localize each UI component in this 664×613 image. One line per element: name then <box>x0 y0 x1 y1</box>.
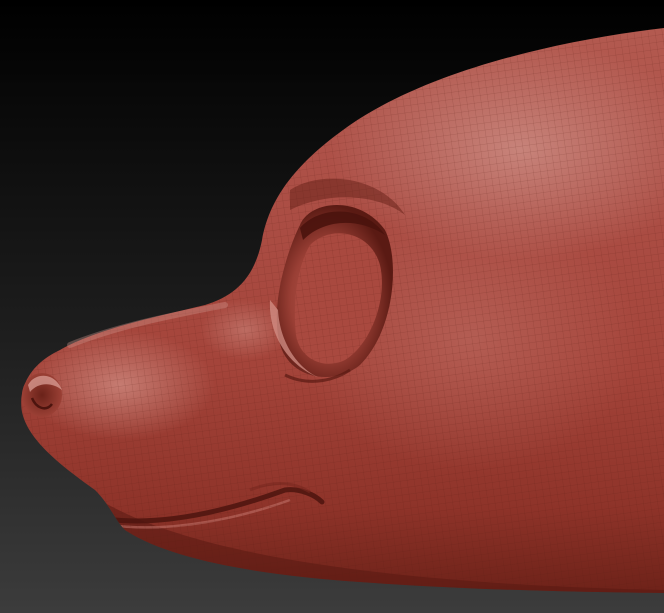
sculpt-viewport[interactable] <box>0 0 664 613</box>
nostril <box>22 373 62 417</box>
sculpt-render <box>0 0 664 613</box>
